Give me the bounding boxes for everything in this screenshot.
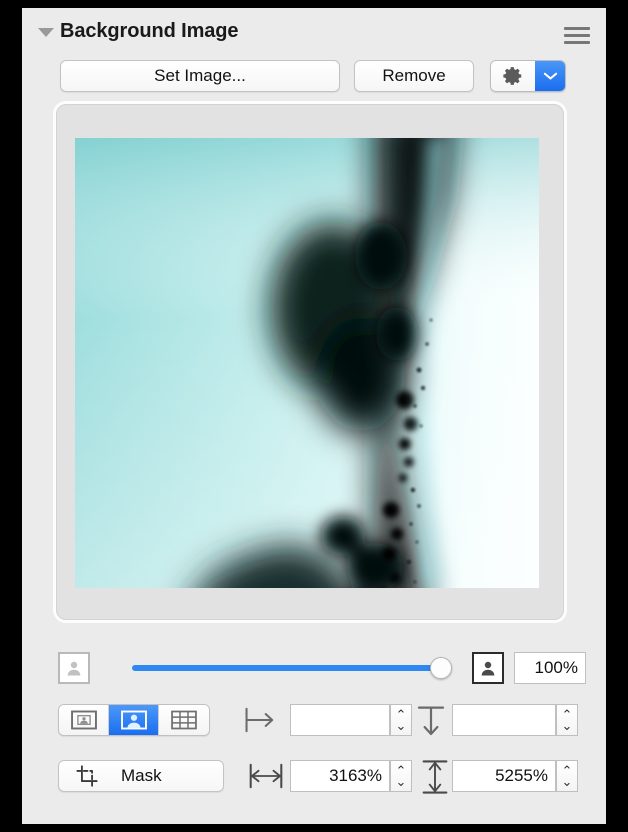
height-stepper[interactable]: ⌃ ⌄ <box>556 760 578 792</box>
page-title: Background Image <box>60 20 239 42</box>
height-arrows-icon <box>420 759 450 800</box>
background-image-panel: Background Image Set Image... Remove 100… <box>22 8 606 824</box>
sidebar-item-scale-to-fill[interactable] <box>109 705 159 735</box>
opacity-slider[interactable] <box>110 652 460 684</box>
person-solid-icon <box>472 652 504 684</box>
vertical-offset-input[interactable] <box>452 704 556 736</box>
remove-button[interactable]: Remove <box>354 60 474 92</box>
slider-thumb[interactable] <box>430 657 452 679</box>
mask-size-row: Mask 3163% ⌃ ⌄ 5255% ⌃ ⌄ <box>22 758 606 798</box>
scaling-offset-row: ⌃ ⌄ ⌃ ⌄ <box>22 704 606 742</box>
set-image-button[interactable]: Set Image... <box>60 60 340 92</box>
slider-track[interactable] <box>132 665 442 671</box>
mask-button[interactable]: Mask <box>58 760 224 792</box>
height-percent-input[interactable]: 5255% <box>452 760 556 792</box>
stepper-down-arrow[interactable]: ⌄ <box>562 775 573 788</box>
scaling-mode-segmented-control[interactable] <box>58 704 210 736</box>
width-stepper[interactable]: ⌃ ⌄ <box>390 760 412 792</box>
stepper-down-arrow[interactable]: ⌄ <box>396 775 407 788</box>
image-preview-well[interactable] <box>56 104 564 620</box>
gear-icon[interactable] <box>491 61 535 91</box>
opacity-value-field[interactable]: 100% <box>514 652 586 684</box>
width-percent-input[interactable]: 3163% <box>290 760 390 792</box>
crop-mask-icon <box>75 764 99 788</box>
vertical-offset-stepper[interactable]: ⌃ ⌄ <box>556 704 578 736</box>
sidebar-item-scale-to-fit[interactable] <box>59 705 109 735</box>
stepper-down-arrow[interactable]: ⌄ <box>396 719 407 732</box>
person-faded-icon <box>58 652 90 684</box>
width-arrows-icon <box>248 762 284 795</box>
opacity-row: 100% <box>22 648 606 688</box>
horizontal-offset-stepper[interactable]: ⌃ ⌄ <box>390 704 412 736</box>
hamburger-line <box>564 41 590 44</box>
image-options-split-button[interactable] <box>490 60 566 92</box>
mask-button-label: Mask <box>121 766 162 785</box>
offset-right-arrow-icon <box>244 706 278 739</box>
hamburger-line <box>564 27 590 30</box>
horizontal-offset-input[interactable] <box>290 704 390 736</box>
offset-down-arrow-icon <box>416 705 446 742</box>
sidebar-item-tile[interactable] <box>159 705 209 735</box>
panel-header: Background Image <box>22 8 606 60</box>
chevron-down-icon[interactable] <box>535 61 565 91</box>
triangle-down-icon[interactable] <box>38 28 54 37</box>
hamburger-line <box>564 34 590 37</box>
stepper-down-arrow[interactable]: ⌄ <box>562 719 573 732</box>
hamburger-menu-icon[interactable] <box>564 27 590 44</box>
background-image-preview[interactable] <box>75 138 539 588</box>
